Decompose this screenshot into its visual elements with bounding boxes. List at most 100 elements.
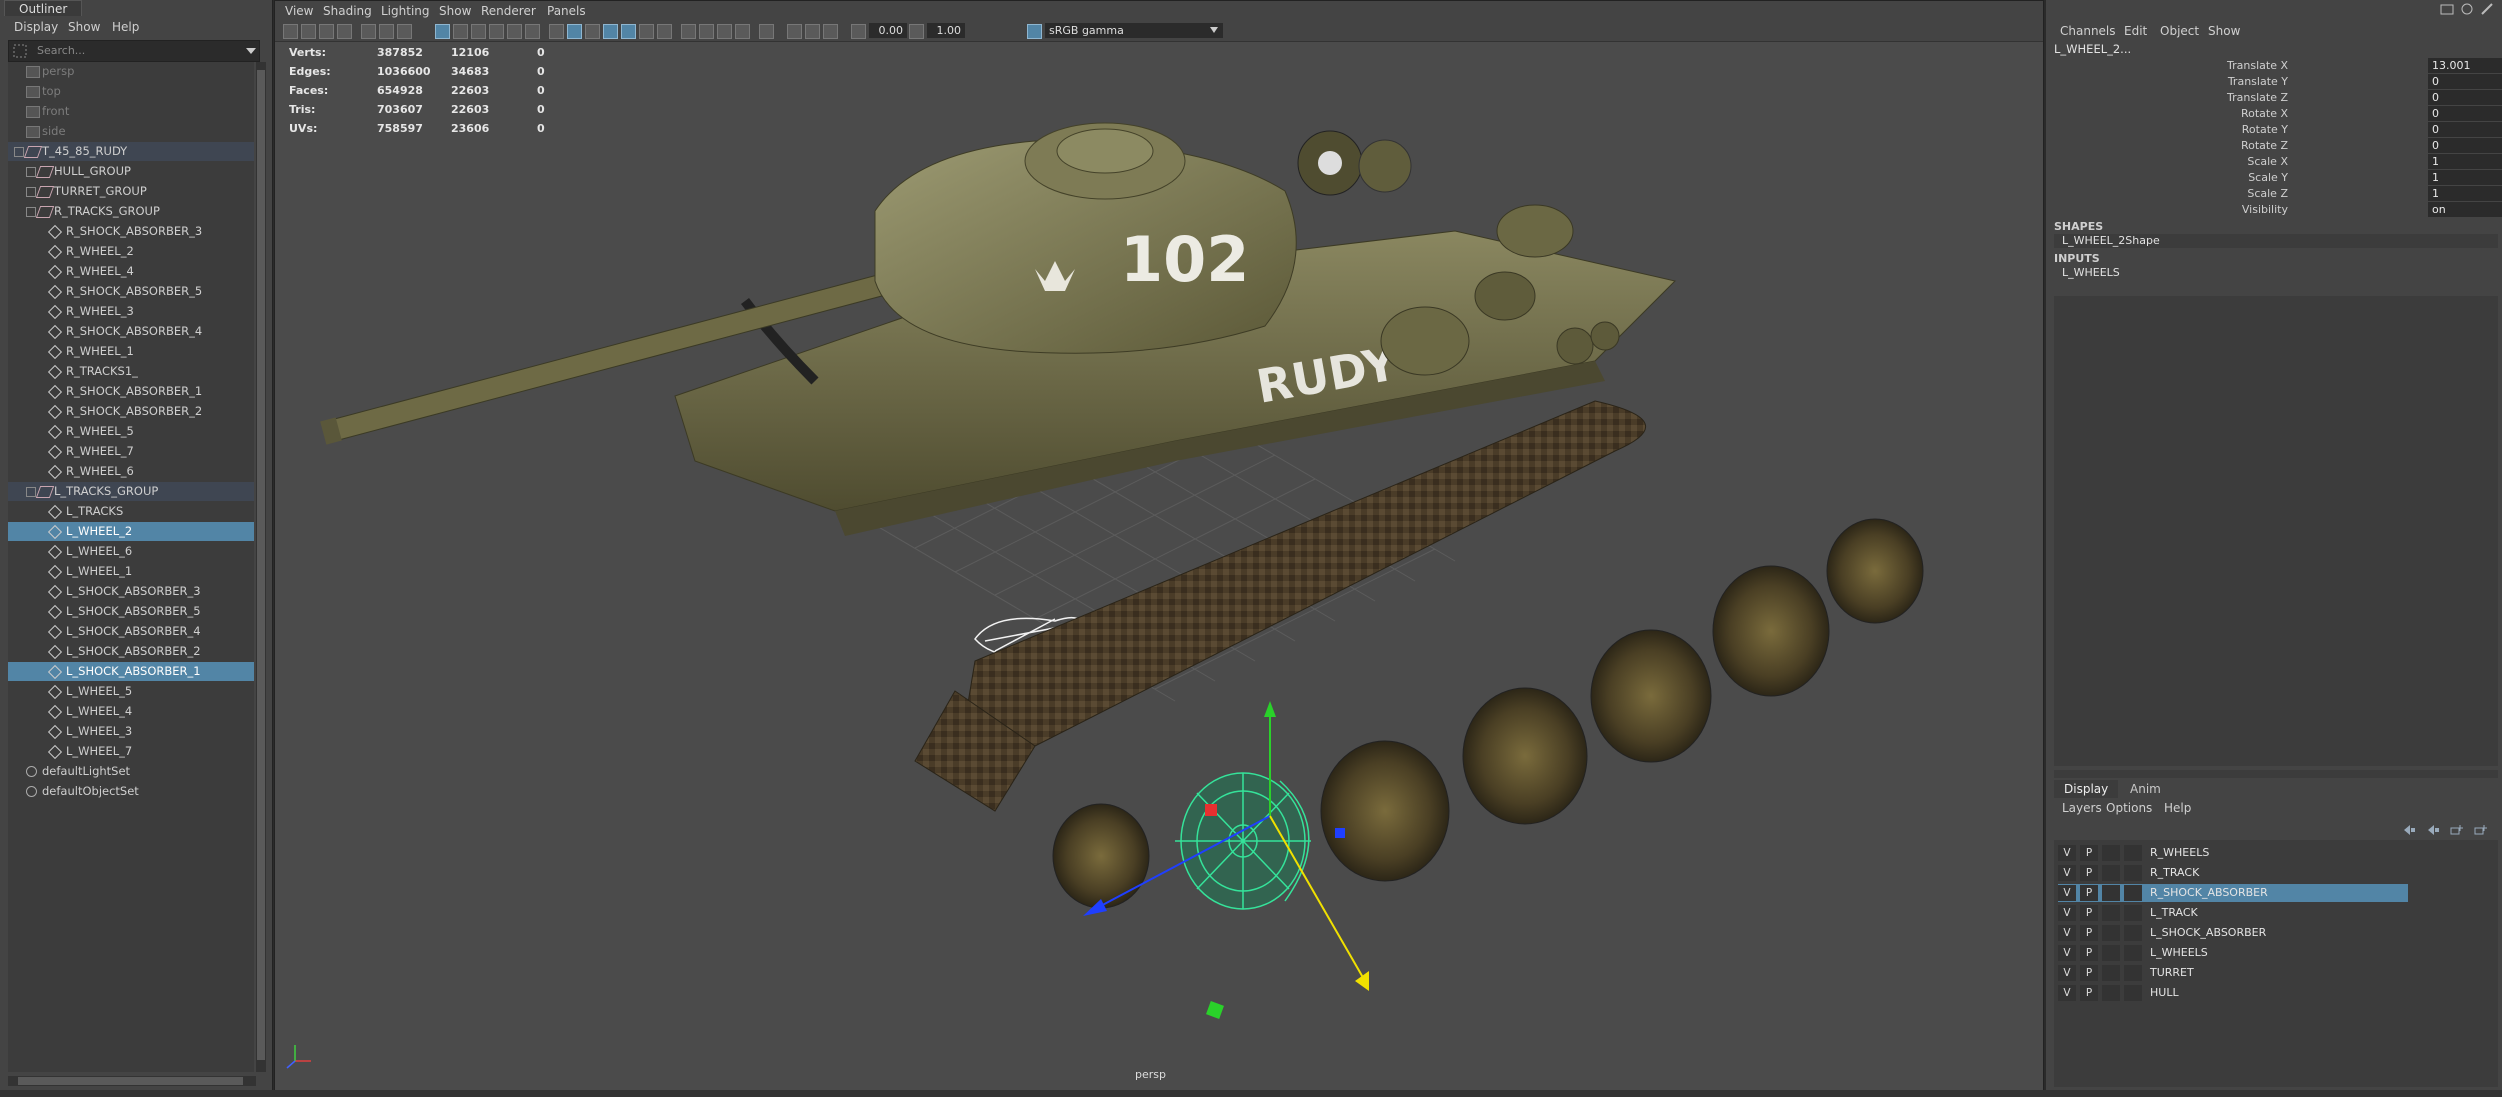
outliner-item[interactable]: R_SHOCK_ABSORBER_5 xyxy=(8,282,254,301)
ambient-occlusion-icon[interactable] xyxy=(681,24,696,39)
outliner-item[interactable]: L_SHOCK_ABSORBER_4 xyxy=(8,622,254,641)
layer-display-type-toggle[interactable] xyxy=(2102,845,2120,861)
display-layer-row[interactable]: V P L_WHEELS xyxy=(2058,944,2408,962)
outliner-item[interactable]: side xyxy=(8,122,254,141)
depth-of-field-icon[interactable] xyxy=(735,24,750,39)
field-chart-icon[interactable] xyxy=(489,24,504,39)
channel-attribute-value[interactable]: 1 xyxy=(2428,170,2502,185)
outliner-item[interactable]: L_WHEEL_6 xyxy=(8,542,254,561)
layers-menu-layers[interactable]: Layers xyxy=(2062,798,2102,818)
channels-menu-channels[interactable]: Channels xyxy=(2060,20,2116,42)
channel-attribute-value[interactable]: 1 xyxy=(2428,154,2502,169)
color-management-icon[interactable] xyxy=(1027,24,1042,39)
channel-attribute-row[interactable]: Visibility on xyxy=(2046,202,2502,218)
channel-attribute-name[interactable]: Translate Y xyxy=(2228,74,2288,90)
layers-menu-options[interactable]: Options xyxy=(2106,798,2152,818)
layer-playback-toggle[interactable]: P xyxy=(2080,925,2098,941)
channel-attribute-name[interactable]: Scale Z xyxy=(2247,186,2288,202)
wireframe-icon[interactable] xyxy=(549,24,564,39)
viewport-menu-view[interactable]: View xyxy=(285,1,313,21)
channel-attribute-name[interactable]: Rotate Z xyxy=(2241,138,2288,154)
display-layer-row[interactable]: V P R_WHEELS xyxy=(2058,844,2408,862)
display-layer-row[interactable]: V P R_TRACK xyxy=(2058,864,2408,882)
outliner-item[interactable]: defaultLightSet xyxy=(8,762,254,781)
layer-visibility-toggle[interactable]: V xyxy=(2058,985,2076,1001)
gamma-icon[interactable] xyxy=(909,24,924,39)
outliner-item[interactable]: R_TRACKS1_ xyxy=(8,362,254,381)
expand-toggle-icon[interactable] xyxy=(26,487,36,497)
outliner-tab[interactable]: Outliner xyxy=(4,0,83,17)
layer-playback-toggle[interactable]: P xyxy=(2080,865,2098,881)
channels-menu-edit[interactable]: Edit xyxy=(2124,20,2147,42)
outliner-item[interactable]: R_WHEEL_6 xyxy=(8,462,254,481)
outliner-item[interactable]: R_SHOCK_ABSORBER_3 xyxy=(8,222,254,241)
scene-3d[interactable]: 102 RUDY xyxy=(275,41,2043,1091)
channel-attribute-name[interactable]: Translate X xyxy=(2227,58,2288,74)
select-camera-icon[interactable] xyxy=(283,24,298,39)
outliner-item[interactable]: R_WHEEL_4 xyxy=(8,262,254,281)
outliner-item[interactable]: L_WHEEL_3 xyxy=(8,722,254,741)
outliner-item[interactable]: L_WHEEL_7 xyxy=(8,742,254,761)
channel-attribute-value[interactable]: 13.001 xyxy=(2428,58,2502,73)
new-layer-from-selection-icon[interactable] xyxy=(2474,824,2488,836)
layer-color-swatch[interactable] xyxy=(2124,945,2142,961)
viewport-menu-panels[interactable]: Panels xyxy=(547,1,586,21)
2d-pan-zoom-icon[interactable] xyxy=(379,24,394,39)
bookmark-icon[interactable] xyxy=(319,24,334,39)
channel-attribute-name[interactable]: Visibility xyxy=(2242,202,2288,218)
grid-toggle-icon[interactable] xyxy=(397,24,412,39)
layer-visibility-toggle[interactable]: V xyxy=(2058,905,2076,921)
selected-object-name[interactable]: L_WHEEL_2... xyxy=(2054,42,2131,56)
shadows-icon[interactable] xyxy=(657,24,672,39)
panel-splitter[interactable] xyxy=(2054,770,2498,778)
channel-attribute-value[interactable]: 0 xyxy=(2428,138,2502,153)
layer-color-swatch[interactable] xyxy=(2124,885,2142,901)
outliner-item[interactable]: R_WHEEL_3 xyxy=(8,302,254,321)
display-layer-row[interactable]: V P L_TRACK xyxy=(2058,904,2408,922)
outliner-item[interactable]: L_WHEEL_5 xyxy=(8,682,254,701)
attribute-editor-icon[interactable] xyxy=(2440,2,2454,16)
channel-attribute-row[interactable]: Scale Z 1 xyxy=(2046,186,2502,202)
backface-culling-icon[interactable] xyxy=(823,24,838,39)
outliner-item[interactable]: L_TRACKS xyxy=(8,502,254,521)
layer-visibility-toggle[interactable]: V xyxy=(2058,925,2076,941)
outliner-item[interactable]: L_SHOCK_ABSORBER_5 xyxy=(8,602,254,621)
channel-box-icon[interactable] xyxy=(2480,2,2494,16)
layer-playback-toggle[interactable]: P xyxy=(2080,985,2098,1001)
outliner-item[interactable]: R_WHEEL_2 xyxy=(8,242,254,261)
outliner-item[interactable]: R_WHEEL_5 xyxy=(8,422,254,441)
film-gate-icon[interactable] xyxy=(435,24,450,39)
layer-color-swatch[interactable] xyxy=(2124,905,2142,921)
layer-playback-toggle[interactable]: P xyxy=(2080,845,2098,861)
channel-attribute-value[interactable]: 0 xyxy=(2428,122,2502,137)
layer-visibility-toggle[interactable]: V xyxy=(2058,865,2076,881)
viewport-menu-show[interactable]: Show xyxy=(439,1,471,21)
channel-attribute-name[interactable]: Scale Y xyxy=(2248,170,2288,186)
channel-attribute-name[interactable]: Rotate Y xyxy=(2242,122,2288,138)
outliner-menu-display[interactable]: Display xyxy=(14,16,58,38)
outliner-item[interactable]: R_WHEEL_1 xyxy=(8,342,254,361)
display-layer-row[interactable]: V P L_SHOCK_ABSORBER xyxy=(2058,924,2408,942)
outliner-tree[interactable]: persp top front side T_45_85_RUDY HULL_GROUP T… xyxy=(8,62,254,1072)
outliner-item[interactable]: defaultObjectSet xyxy=(8,782,254,801)
outliner-item[interactable]: persp xyxy=(8,62,254,81)
layer-color-swatch[interactable] xyxy=(2124,965,2142,981)
display-layer-row[interactable]: V P TURRET xyxy=(2058,964,2408,982)
display-layer-row[interactable]: V P R_SHOCK_ABSORBER xyxy=(2058,884,2408,902)
expand-toggle-icon[interactable] xyxy=(26,167,36,177)
layer-display-type-toggle[interactable] xyxy=(2102,925,2120,941)
camera-attributes-icon[interactable] xyxy=(301,24,316,39)
layer-visibility-toggle[interactable]: V xyxy=(2058,945,2076,961)
viewport-menu-renderer[interactable]: Renderer xyxy=(481,1,536,21)
channel-attribute-row[interactable]: Scale Y 1 xyxy=(2046,170,2502,186)
outliner-item[interactable]: R_SHOCK_ABSORBER_1 xyxy=(8,382,254,401)
outliner-item[interactable]: R_SHOCK_ABSORBER_4 xyxy=(8,322,254,341)
exposure-icon[interactable] xyxy=(851,24,866,39)
channel-attribute-row[interactable]: Translate Y 0 xyxy=(2046,74,2502,90)
channel-attribute-value[interactable]: 0 xyxy=(2428,74,2502,89)
outliner-search-input[interactable]: Search... xyxy=(8,40,260,62)
grease-pencil-icon[interactable] xyxy=(361,24,376,39)
smooth-shade-icon[interactable] xyxy=(567,24,582,39)
image-plane-icon[interactable] xyxy=(337,24,352,39)
layer-playback-toggle[interactable]: P xyxy=(2080,905,2098,921)
